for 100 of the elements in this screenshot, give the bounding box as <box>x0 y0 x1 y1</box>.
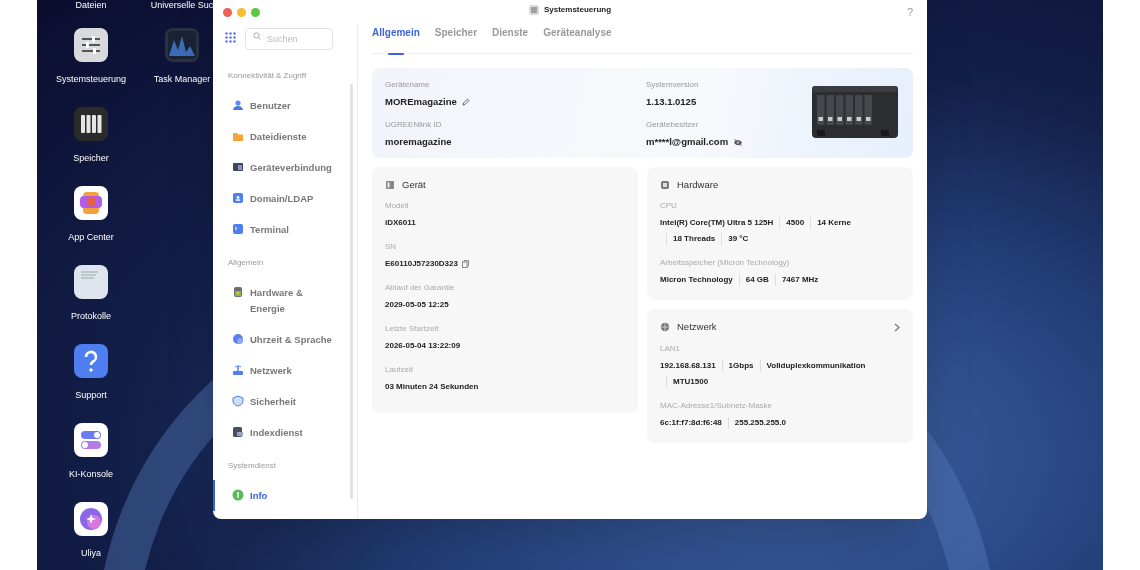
field-label: Gerätebesitzer <box>646 119 700 132</box>
search-field[interactable]: Suchen <box>245 28 333 50</box>
minimize-button[interactable] <box>237 7 246 17</box>
sidebar-item[interactable]: Netzwerk <box>213 355 343 386</box>
field-value: 2026-05-04 13:22:09 <box>385 340 461 353</box>
index-icon <box>232 425 244 438</box>
sidebar-item[interactable]: Hardware & Energie <box>213 277 343 324</box>
info-icon <box>232 488 244 501</box>
tab[interactable]: Geräteanalyse <box>543 25 612 54</box>
battery-icon <box>232 285 244 298</box>
field-value: MOREmagazine <box>385 95 457 109</box>
drive-bays-icon <box>74 107 108 141</box>
icon-label[interactable]: Protokolle <box>71 311 111 322</box>
field-label: MAC-Adresse1/Subnetz-Maske <box>660 399 774 412</box>
sidebar-item[interactable]: Domain/LDAP <box>213 183 343 214</box>
icon-label: Universelle Suc <box>150 0 214 11</box>
field-value: 1Gbps <box>721 359 754 372</box>
apps-icon <box>74 186 108 220</box>
sidebar-item[interactable]: Terminal <box>213 214 343 245</box>
device-icon <box>232 160 244 173</box>
globe-icon <box>660 322 670 333</box>
field-value: 2029-05-05 12:25 <box>385 299 449 312</box>
document-icon <box>74 265 108 299</box>
copy-icon <box>461 260 469 269</box>
edit-icon <box>461 98 470 107</box>
domain-icon <box>232 191 244 204</box>
icon-label[interactable]: KI-Konsole <box>69 469 113 480</box>
icon-label[interactable]: App Center <box>68 232 114 243</box>
field-label: Systemversion <box>646 79 700 91</box>
apps-grid-icon <box>225 32 236 43</box>
icon-label[interactable]: Uliya <box>81 548 101 559</box>
tab[interactable]: Speicher <box>434 25 478 54</box>
chevron-right-icon <box>894 322 900 332</box>
field-label: Modell <box>385 200 410 213</box>
sidebar-item[interactable]: Sicherheit <box>213 386 343 417</box>
field-value: 18 Threads <box>666 233 716 246</box>
field-label: Letzte Startzeit <box>385 323 440 336</box>
field-value: 7467 MHz <box>774 274 819 287</box>
field-value: MTU1500 <box>666 375 709 388</box>
card-title: Gerät <box>402 178 426 192</box>
sidebar-item[interactable]: Indexdienst <box>213 417 343 448</box>
field-value: 64 GB <box>738 274 769 287</box>
globe-icon <box>232 332 244 345</box>
field-value: Intel(R) Core(TM) Ultra 5 125H <box>660 217 774 230</box>
terminal-icon <box>232 222 244 235</box>
device-icon <box>385 180 395 191</box>
field-value: 255.255.255.0 <box>727 416 786 429</box>
field-value: E60110J57230D323 <box>385 258 458 271</box>
maximize-button[interactable] <box>251 7 260 17</box>
field-value: 03 Minuten 24 Sekunden <box>385 381 479 394</box>
field-label: Laufzeit <box>385 364 415 377</box>
field-label: Arbeitsspeicher (Micron Technology) <box>660 257 791 270</box>
field-value: 1.13.1.0125 <box>646 95 697 109</box>
network-icon <box>232 363 244 376</box>
field-label: SN <box>385 241 398 254</box>
field-value: m****l@gmail.com <box>646 135 729 150</box>
settings-icon <box>74 28 108 62</box>
icon-label[interactable]: Support <box>75 390 107 401</box>
sidebar-item[interactable]: Dateidienste <box>213 121 343 152</box>
section-heading: Systemdienst <box>228 460 278 472</box>
close-button[interactable] <box>223 7 232 17</box>
sidebar-item[interactable]: Geräteverbindung <box>213 152 343 183</box>
field-value: Vollduplexkommunikation <box>759 359 866 372</box>
user-icon <box>232 98 244 111</box>
field-value: iDX6011 <box>385 217 416 230</box>
field-label: CPU <box>660 200 678 213</box>
field-value: Micron Technology <box>660 274 733 287</box>
field-value: moremagazine <box>385 135 452 150</box>
card-title: Hardware <box>677 178 719 192</box>
sidebar-item[interactable]: Benutzer <box>213 90 343 121</box>
field-value: 14 Kerne <box>810 217 851 230</box>
activity-chart-icon <box>165 28 199 62</box>
sidebar-item[interactable]: Info <box>213 480 343 511</box>
field-label: LAN1 <box>660 342 681 355</box>
icon-label[interactable]: Task Manager <box>153 74 211 85</box>
field-value: 39 °C <box>721 233 749 246</box>
field-value: 192.168.68.131 <box>660 359 716 372</box>
toggles-icon <box>74 423 108 457</box>
tab[interactable]: Dienste <box>492 25 529 54</box>
help-button[interactable]: ? <box>906 4 913 21</box>
card-title: Netzwerk <box>677 320 717 335</box>
help-icon <box>74 344 108 378</box>
tab[interactable]: Allgemein <box>372 25 420 54</box>
sidebar-item[interactable]: Uhrzeit & Sprache <box>213 324 343 355</box>
field-value: 4500 <box>779 217 805 230</box>
control-panel-icon <box>528 5 539 15</box>
sparkle-icon <box>74 502 108 536</box>
section-heading: Konnektivität & Zugriff <box>228 70 308 82</box>
icon-label: Dateien <box>75 0 107 11</box>
window-title: Systemsteuerung <box>543 4 612 16</box>
icon-label[interactable]: Speicher <box>73 153 109 164</box>
field-label: UGREENlink ID <box>385 119 443 132</box>
eye-off-icon <box>733 138 744 146</box>
search-icon <box>253 32 261 40</box>
chip-icon <box>660 180 670 191</box>
shield-icon <box>232 394 244 407</box>
icon-label[interactable]: Systemsteuerung <box>56 74 126 85</box>
field-value: 6c:1f:f7:8d:f6:48 <box>660 416 722 429</box>
field-label: Ablauf der Garantie <box>385 282 456 295</box>
field-label: Gerätename <box>385 79 431 91</box>
